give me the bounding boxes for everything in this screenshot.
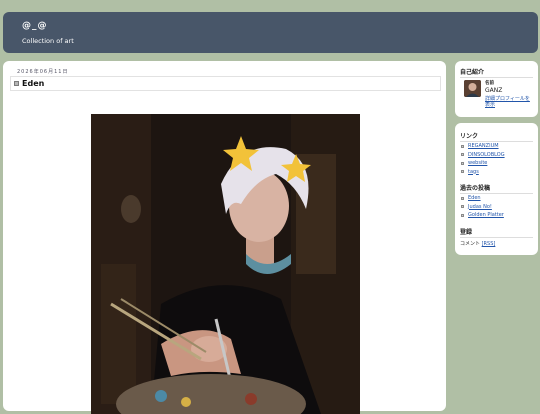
- link-reganzium[interactable]: REGANZIUM: [461, 142, 505, 151]
- link-dinsoloblog[interactable]: DINSOLOBLOG: [461, 151, 505, 160]
- archive-item-golden-platter[interactable]: Golden Platter: [461, 211, 504, 220]
- links-list: REGANZIUM DINSOLOBLOG website tags: [461, 142, 505, 176]
- archive-list: Eden Judas No! Golden Platter: [461, 194, 504, 220]
- full-profile-link[interactable]: 詳細プロフィールを表示: [485, 96, 533, 108]
- avatar[interactable]: [464, 80, 481, 97]
- blog-title[interactable]: @_@: [22, 21, 48, 31]
- bullet-icon: [14, 81, 19, 86]
- main-column: 2026年06月11日 Eden: [3, 61, 446, 414]
- sidebar-widgets: リンク REGANZIUM DINSOLOBLOG website tags 過…: [455, 123, 538, 255]
- comment-feed: コメント [RSS]: [460, 240, 495, 247]
- blog-header: @_@ Collection of art: [3, 12, 538, 53]
- blog-description: Collection of art: [22, 37, 74, 45]
- post-title[interactable]: Eden: [22, 79, 44, 88]
- archive-heading: 過去の投稿: [460, 183, 533, 194]
- profile-heading: 自己紹介: [460, 67, 533, 78]
- register-heading: 登録: [460, 227, 533, 238]
- post-date: 2026年06月11日: [17, 69, 69, 75]
- comment-label: コメント: [460, 241, 481, 247]
- post-image[interactable]: [91, 114, 360, 414]
- archive-item-eden[interactable]: Eden: [461, 194, 504, 203]
- rss-link[interactable]: [RSS]: [482, 241, 496, 247]
- link-tags[interactable]: tags: [461, 168, 505, 177]
- link-website[interactable]: website: [461, 159, 505, 168]
- profile-name: GANZ: [485, 87, 503, 94]
- profile-widget: 自己紹介 名前 GANZ 詳細プロフィールを表示: [455, 61, 538, 117]
- archive-item-judas[interactable]: Judas No!: [461, 203, 504, 212]
- profile-name-label: 名前: [485, 81, 494, 86]
- post-title-bar: Eden: [10, 76, 441, 91]
- links-heading: リンク: [460, 131, 533, 142]
